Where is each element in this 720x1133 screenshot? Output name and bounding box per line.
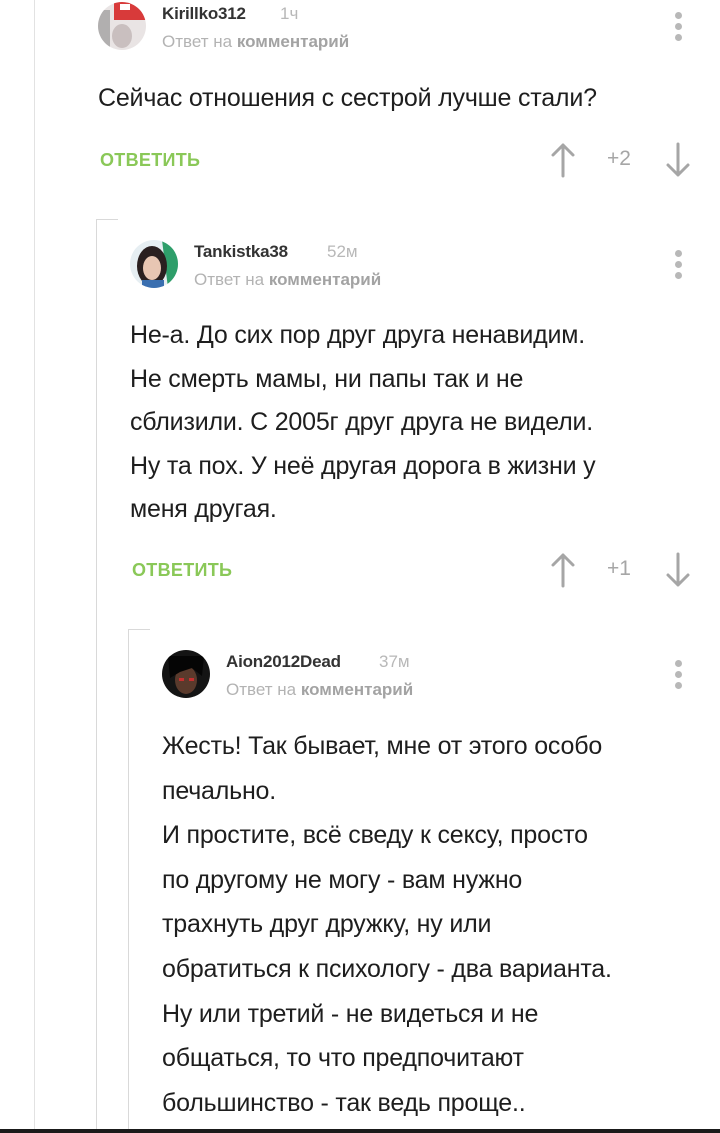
user-avatar-red-icon — [98, 2, 146, 50]
reply-to-target[interactable]: комментарий — [301, 680, 413, 699]
rating-counter: +1 — [607, 557, 631, 580]
reply-to-link[interactable]: Ответ на комментарий — [162, 32, 349, 52]
timestamp: 52м — [327, 242, 358, 261]
comment-text: Сейчас отношения с сестрой лучше стали? — [98, 84, 597, 112]
more-options-icon[interactable] — [673, 250, 683, 284]
reply-button[interactable]: ОТВЕТИТЬ — [100, 150, 200, 171]
comment-text-line: Не смерть мамы, ни папы так и не — [130, 364, 524, 393]
comment-text-line: трахнуть друг дружку, ну или — [162, 910, 492, 939]
timestamp: 37м — [379, 652, 410, 671]
thread-line-level-2 — [96, 219, 97, 1133]
reply-to-target[interactable]: комментарий — [269, 270, 381, 289]
comment-text-line: сблизили. С 2005г друг друга не видели. — [130, 408, 593, 436]
comment-text-line: общаться, то что предпочитают — [162, 1044, 524, 1073]
comment-text-line: большинство - так ведь проще.. — [162, 1088, 526, 1117]
username[interactable]: Aion2012Dead — [226, 652, 341, 672]
reply-to-prefix: Ответ на — [162, 32, 233, 51]
user-avatar-girl-icon — [130, 240, 178, 288]
reply-to-target[interactable]: комментарий — [237, 32, 349, 51]
downvote-arrow-icon[interactable] — [664, 552, 692, 588]
bottom-edge-bar — [0, 1129, 720, 1133]
comment-text-line: Жесть! Так бывает, мне от этого особо — [162, 732, 603, 760]
user-avatar-dark-icon — [162, 650, 210, 698]
thread-line-level-3 — [128, 629, 129, 1133]
reply-to-prefix: Ответ на — [226, 680, 297, 699]
username[interactable]: Tankistka38 — [194, 242, 288, 262]
thread-connector-level-2 — [96, 219, 118, 220]
thread-line-level-1 — [34, 0, 35, 1133]
reply-button[interactable]: ОТВЕТИТЬ — [132, 560, 232, 581]
more-options-icon[interactable] — [673, 660, 683, 694]
comment-text-line: Ну та пох. У неё другая дорога в жизни у — [130, 451, 596, 480]
avatar[interactable] — [162, 650, 210, 698]
comment-text: Жесть! Так бывает, мне от этого особо пе… — [162, 724, 612, 1125]
avatar[interactable] — [130, 240, 178, 288]
thread-connector-level-3 — [128, 629, 150, 630]
username[interactable]: Kirillko312 — [162, 4, 246, 24]
reply-to-link[interactable]: Ответ на комментарий — [194, 270, 381, 290]
upvote-arrow-icon[interactable] — [549, 552, 577, 588]
comment-text-line: Не-а. До сих пор друг друга ненавидим. — [130, 321, 585, 349]
rating-counter: +2 — [607, 147, 631, 170]
reply-to-link[interactable]: Ответ на комментарий — [226, 680, 413, 700]
comment-text-line: по другому не могу - вам нужно — [162, 865, 523, 894]
upvote-arrow-icon[interactable] — [549, 142, 577, 178]
reply-to-prefix: Ответ на — [194, 270, 265, 289]
comment-text: Не-а. До сих пор друг друга ненавидим. Н… — [130, 314, 596, 532]
comment-text-line: Ну или третий - не видеться и не — [162, 999, 539, 1028]
comment-text-line: И простите, всё сведу к сексу, просто — [162, 821, 588, 850]
timestamp: 1ч — [280, 4, 299, 23]
comment-text-line: печально. — [162, 776, 277, 805]
avatar[interactable] — [98, 2, 146, 50]
downvote-arrow-icon[interactable] — [664, 142, 692, 178]
comment-text-line: меня другая. — [130, 495, 277, 523]
comment-text-line: обратиться к психологу - два варианта. — [162, 954, 612, 983]
more-options-icon[interactable] — [673, 12, 683, 46]
